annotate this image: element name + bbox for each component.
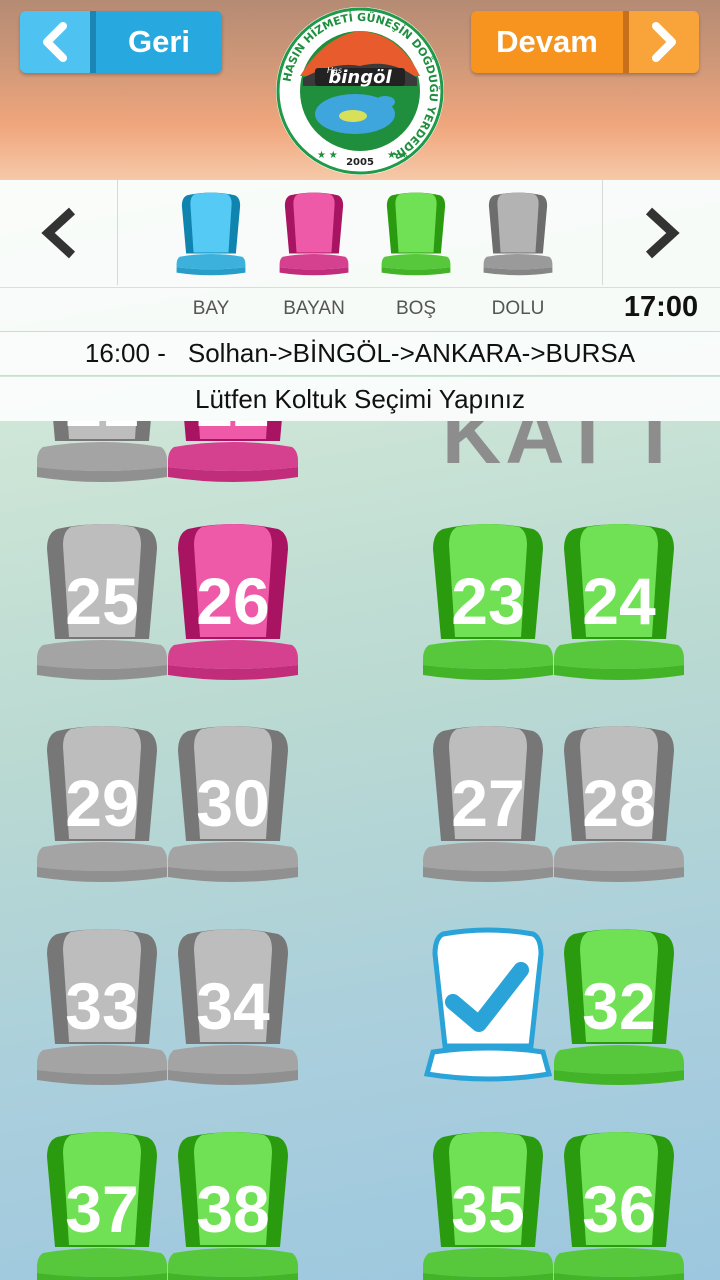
seat-number: 34 (196, 969, 270, 1043)
seat-number: 22 (166, 421, 300, 441)
next-button[interactable]: Devam (471, 11, 699, 73)
seat-29[interactable]: 29 (35, 721, 169, 891)
seat-number: 37 (65, 1172, 139, 1246)
seat-map: KAT I 2122 25 26 23 24 29 30 27 28 33 34 32 37 38 35 36 (0, 421, 720, 1280)
back-label: Geri (127, 24, 191, 59)
legend-seat-female-icon (278, 190, 350, 280)
seat-shape-icon (423, 927, 553, 1082)
legend-divider (0, 287, 720, 288)
seat-number: 27 (451, 766, 525, 840)
svg-text:★ ★: ★ ★ (387, 150, 408, 161)
seat-30[interactable]: 30 (166, 721, 300, 891)
seat-27[interactable]: 27 (421, 721, 555, 891)
previous-trip-button[interactable] (0, 180, 118, 285)
chevron-left-icon (20, 11, 96, 73)
seat-number: 30 (196, 766, 270, 840)
trip-route: Solhan->BİNGÖL->ANKARA->BURSA (187, 338, 636, 368)
seat-number: 29 (65, 766, 139, 840)
legend-seat-male-icon (175, 190, 247, 280)
bingol-logo: HASIN HİZMETİ GÜNEŞİN DOĞDUĞU YERDEDİR H… (275, 6, 445, 176)
seat-31[interactable] (421, 924, 555, 1094)
chevron-right-icon (645, 207, 680, 258)
seat-38[interactable]: 38 (166, 1127, 300, 1280)
header-bar: Geri HASIN HİZMETİ GÜNEŞİN DOĞDUĞU YERDE… (0, 0, 720, 180)
seat-25[interactable]: 25 (35, 519, 169, 689)
legend-label-full: DOLU (491, 298, 545, 319)
seat-28[interactable]: 28 (552, 721, 686, 891)
next-trip-button[interactable] (602, 180, 720, 285)
chevron-right-icon (623, 11, 699, 73)
legend-label-female: BAYAN (283, 298, 345, 319)
trip-info: 16:00 - Solhan->BİNGÖL->ANKARA->BURSA (0, 332, 720, 376)
legend-label-empty: BOŞ (395, 298, 437, 319)
seat-number: 36 (582, 1172, 656, 1246)
next-trip-time: 17:00 (623, 291, 699, 323)
seat-21[interactable]: 21 (35, 421, 169, 491)
legend-label-male: BAY (192, 298, 230, 319)
seat-22[interactable]: 22 (166, 421, 300, 491)
chevron-left-icon (40, 207, 75, 258)
svg-text:★ ★: ★ ★ (317, 150, 338, 161)
seat-number: 32 (582, 969, 656, 1043)
seat-37[interactable]: 37 (35, 1127, 169, 1280)
seat-23[interactable]: 23 (421, 519, 555, 689)
seat-number: 25 (65, 564, 139, 638)
logo-year: 2005 (346, 157, 374, 168)
legend-seat-empty-icon (380, 190, 452, 280)
seat-number: 24 (582, 564, 656, 638)
seat-number: 26 (196, 564, 270, 638)
seat-number: 33 (65, 969, 139, 1043)
floor-label: KAT I (442, 421, 671, 481)
back-button[interactable]: Geri (20, 11, 222, 73)
seat-35[interactable]: 35 (421, 1127, 555, 1280)
next-label: Devam (496, 24, 598, 59)
trip-time: 16:00 - (84, 338, 166, 368)
seat-34[interactable]: 34 (166, 924, 300, 1094)
seat-number: 23 (451, 564, 525, 638)
seat-24[interactable]: 24 (552, 519, 686, 689)
seat-number: 35 (451, 1172, 525, 1246)
seat-33[interactable]: 33 (35, 924, 169, 1094)
logo-brand: bingöl (328, 67, 392, 88)
seat-number: 38 (196, 1172, 270, 1246)
seat-32[interactable]: 32 (552, 924, 686, 1094)
seat-number: 21 (35, 421, 169, 441)
seat-selection-prompt: Lütfen Koltuk Seçimi Yapınız (0, 377, 720, 421)
seat-26[interactable]: 26 (166, 519, 300, 689)
seat-number: 28 (582, 766, 656, 840)
seat-36[interactable]: 36 (552, 1127, 686, 1280)
legend-seat-full-icon (482, 190, 554, 280)
